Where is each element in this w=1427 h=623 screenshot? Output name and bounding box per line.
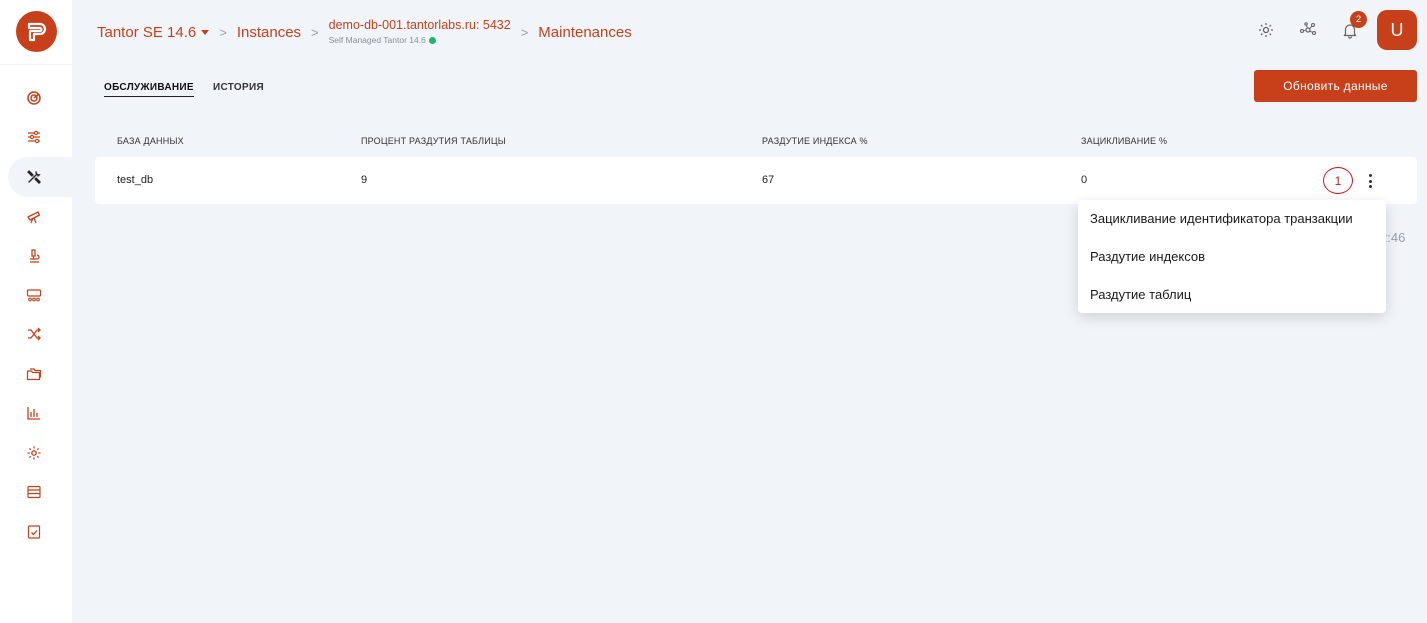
column-header-index-bloat[interactable]: РАЗДУТИЕ ИНДЕКСА % [762,136,868,146]
table-row[interactable] [95,157,1417,204]
breadcrumb: Tantor SE 14.6 > Instances > demo-db-001… [97,18,632,46]
sidebar-item-explorer[interactable] [22,204,46,228]
actions-menu: Зацикливание идентификатора транзакции Р… [1078,200,1386,313]
cell-index-bloat: 67 [762,174,775,186]
sidebar [0,0,88,623]
dashboard-icon [27,91,41,105]
logo[interactable] [16,11,57,52]
network-icon [1299,22,1317,36]
telescope-icon [27,211,41,224]
sidebar-item-tasks[interactable] [22,520,46,544]
logo-icon [27,22,46,41]
sidebar-item-settings-sliders[interactable] [22,125,46,149]
tools-icon [27,170,41,184]
kebab-dot [1368,174,1372,177]
chevron-right-icon: > [520,24,529,40]
menu-item-table-bloat[interactable]: Раздутие таблиц [1090,287,1191,302]
topology-button[interactable] [1297,19,1319,41]
breadcrumb-product-label: Tantor SE 14.6 [97,23,197,41]
gear-icon [27,446,41,460]
settings-button[interactable] [1255,19,1277,41]
instance-subtitle-text: Self Managed Tantor 14.6 [328,34,426,45]
folders-icon [26,368,42,381]
cell-table-bloat: 9 [361,174,368,186]
breadcrumb-page: Maintenances [538,23,632,41]
kebab-dot [1368,185,1372,188]
nav-active-curve-top [52,137,72,157]
instance-host: demo-db-001.tantorlabs.ru: 5432 [328,18,511,33]
sidebar-item-metrics[interactable] [22,401,46,425]
breadcrumb-product[interactable]: Tantor SE 14.6 [97,23,210,41]
nav-active-curve-bottom [52,197,72,217]
refresh-data-button[interactable]: Обновить данные [1254,70,1417,102]
chevron-down-icon [201,30,210,36]
menu-item-txid-wraparound[interactable]: Зацикливание идентификатора транзакции [1090,211,1353,226]
gear-icon [1259,23,1273,37]
chevron-right-icon: > [311,24,319,40]
storage-icon [27,485,41,499]
tab-maintenance[interactable]: ОБСЛУЖИВАНИЕ [104,82,194,97]
sidebar-divider [0,64,72,65]
notification-badge: 2 [1350,11,1367,28]
cell-database: test_db [117,174,154,186]
cell-wraparound: 0 [1081,174,1088,186]
breadcrumb-instances[interactable]: Instances [237,24,301,41]
tab-history[interactable]: ИСТОРИЯ [213,82,264,93]
sliders-icon [28,130,40,144]
chevron-right-icon: > [219,24,227,40]
column-header-table-bloat[interactable]: ПРОЦЕНТ РАЗДУТИЯ ТАБЛИЦЫ [361,136,506,146]
sidebar-item-sessions[interactable] [22,283,46,307]
checklist-icon [27,525,41,539]
sidebar-item-replication[interactable] [22,322,46,346]
breadcrumb-instance[interactable]: demo-db-001.tantorlabs.ru: 5432 Self Man… [329,19,511,44]
avatar[interactable]: U [1377,10,1417,50]
more-actions-button[interactable] [1363,172,1377,190]
sidebar-item-configuration[interactable] [22,441,46,465]
shuffle-icon [28,327,41,341]
bar-chart-icon [27,407,40,420]
sidebar-item-maintenance[interactable] [22,165,46,189]
sidebar-item-storage[interactable] [22,480,46,504]
column-header-database[interactable]: БАЗА ДАННЫХ [117,136,184,146]
verified-icon [428,36,436,44]
column-header-wraparound[interactable]: ЗАЦИКЛИВАНИЕ % [1081,136,1167,146]
sidebar-item-dashboard[interactable] [22,86,46,110]
sessions-icon [26,289,42,302]
sidebar-item-files[interactable] [22,362,46,386]
instance-subtitle: Self Managed Tantor 14.6 [328,34,511,45]
nav-active-indicator [8,157,88,197]
annotation-marker: 1 [1323,167,1353,194]
menu-item-index-bloat[interactable]: Раздутие индексов [1090,249,1205,264]
sidebar-item-analysis[interactable] [22,244,46,268]
microscope-icon [30,249,40,263]
kebab-dot [1368,179,1372,183]
